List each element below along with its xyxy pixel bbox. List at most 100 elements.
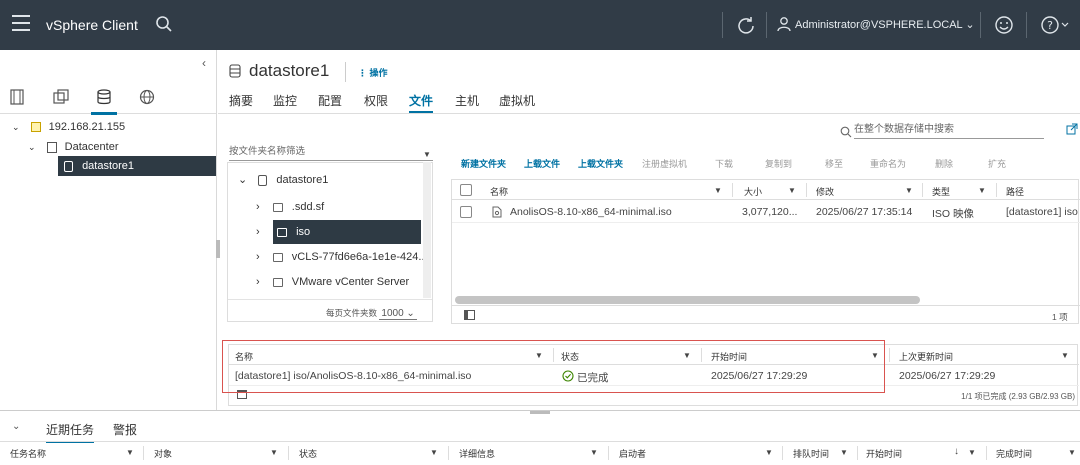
external-link-icon[interactable] (1066, 123, 1078, 135)
filter-icon[interactable]: ▼ (126, 448, 134, 457)
tree-item-datacenter[interactable]: ⌄ Datacenter (0, 137, 216, 157)
folder-icon (272, 277, 283, 287)
chevron-down-icon: ⌄ (965, 19, 975, 31)
hosts-clusters-icon[interactable] (8, 88, 28, 108)
networking-icon[interactable] (138, 88, 158, 108)
hamburger-menu-icon[interactable] (12, 15, 30, 33)
upload-files-button[interactable]: 上载文件 (524, 157, 560, 170)
filter-icon[interactable]: ▼ (840, 448, 848, 457)
pane-resize-handle[interactable] (216, 240, 220, 258)
tree-item-datastore1[interactable]: datastore1 (58, 156, 216, 176)
header-divider (766, 12, 767, 38)
row-checkbox[interactable] (460, 206, 472, 218)
column-header-completion-time[interactable]: 完成时间 (996, 447, 1032, 460)
folders-per-page-select[interactable]: 1000 ⌄ (379, 308, 417, 320)
column-header-name[interactable]: 名称 (490, 185, 508, 198)
tab-summary[interactable]: 摘要 (229, 92, 253, 109)
vms-templates-icon[interactable] (52, 88, 72, 108)
table-row[interactable]: AnolisOS-8.10-x86_64-minimal.iso 3,077,1… (452, 201, 1080, 223)
filter-icon[interactable]: ▼ (1068, 448, 1076, 457)
filter-icon[interactable]: ▼ (968, 448, 976, 457)
app-title[interactable]: vSphere Client (46, 17, 138, 33)
column-divider (922, 183, 923, 197)
folder-tree-item[interactable]: › .sdd.sf (256, 197, 426, 217)
datastore-icon (229, 64, 241, 78)
column-header-queued-time[interactable]: 排队时间 (793, 447, 829, 460)
feedback-smiley-icon[interactable] (994, 15, 1014, 35)
tab-permissions[interactable]: 权限 (364, 92, 388, 109)
folder-tree-root[interactable]: ⌄ datastore1 (238, 170, 428, 190)
chevron-down-icon[interactable]: ⌄ (12, 421, 20, 432)
column-header-start-time[interactable]: 开始时间 (866, 447, 902, 460)
folder-tree-scrollbar[interactable] (423, 162, 431, 298)
column-header-path[interactable]: 路径 (1006, 185, 1024, 198)
refresh-icon[interactable] (736, 15, 756, 35)
folder-filter-input[interactable]: 按文件夹名称筛选 (229, 145, 433, 161)
header-divider (1026, 12, 1027, 38)
tab-configure[interactable]: 配置 (318, 92, 342, 109)
column-header-initiator[interactable]: 启动者 (619, 447, 646, 460)
new-folder-button[interactable]: 新建文件夹 (461, 157, 506, 170)
filter-icon[interactable]: ▼ (978, 186, 986, 195)
filter-icon[interactable]: ▼ (270, 448, 278, 457)
column-header-object[interactable]: 对象 (154, 447, 172, 460)
download-button[interactable]: 下载 (715, 157, 733, 170)
column-header-size[interactable]: 大小 (744, 185, 762, 198)
chevron-right-icon[interactable]: › (256, 222, 272, 242)
filter-icon[interactable]: ▼ (905, 186, 913, 195)
panel-resize-handle[interactable] (530, 411, 550, 414)
collapse-sidebar-icon[interactable]: ‹ (202, 56, 206, 70)
filter-icon[interactable]: ▼ (714, 186, 722, 195)
column-header-modified[interactable]: 修改 (816, 185, 834, 198)
column-header-last-updated[interactable]: 上次更新时间 (899, 350, 953, 363)
tab-alarms[interactable]: 警报 (113, 421, 137, 438)
folder-tree-item-iso[interactable]: iso (273, 220, 421, 244)
file-grid-count: 1 项 (1052, 312, 1068, 322)
delete-button[interactable]: 删除 (935, 157, 953, 170)
column-header-details[interactable]: 详细信息 (459, 447, 495, 460)
chevron-right-icon[interactable]: › (256, 276, 260, 288)
search-icon[interactable] (155, 15, 173, 33)
rename-button[interactable]: 重命名为 (870, 157, 906, 170)
chevron-down-icon[interactable]: ⌄ (28, 142, 36, 152)
filter-icon[interactable]: ▼ (423, 150, 431, 159)
tab-recent-tasks[interactable]: 近期任务 (46, 421, 95, 443)
column-header-type[interactable]: 类型 (932, 185, 950, 198)
user-menu[interactable]: Administrator@VSPHERE.LOCAL ⌄ (795, 18, 975, 31)
sort-descending-icon[interactable]: ↓ (954, 446, 959, 457)
register-vm-button[interactable]: 注册虚拟机 (642, 157, 687, 170)
column-header-task-name[interactable]: 任务名称 (10, 447, 46, 460)
chevron-right-icon[interactable]: › (256, 251, 260, 263)
chevron-down-icon[interactable]: ⌄ (12, 122, 20, 132)
filter-icon[interactable]: ▼ (1061, 351, 1069, 360)
column-toggle-icon[interactable] (464, 310, 475, 320)
column-divider (986, 446, 987, 460)
tab-vms[interactable]: 虚拟机 (499, 92, 535, 109)
filter-icon[interactable]: ▼ (788, 186, 796, 195)
filter-icon[interactable]: ▼ (765, 448, 773, 457)
inflate-button[interactable]: 扩充 (988, 157, 1006, 170)
select-all-checkbox[interactable] (460, 184, 472, 196)
copy-to-button[interactable]: 复制到 (765, 157, 792, 170)
move-to-button[interactable]: 移至 (825, 157, 843, 170)
tab-files[interactable]: 文件 (409, 92, 434, 113)
datacenter-icon (46, 141, 57, 153)
upload-folder-button[interactable]: 上载文件夹 (578, 157, 623, 170)
actions-menu[interactable]: ⋮ 操作 (358, 66, 388, 79)
chevron-right-icon[interactable]: › (256, 201, 260, 213)
chevron-down-icon[interactable]: ⌄ (238, 174, 247, 186)
tree-item-host[interactable]: ⌄ 192.168.21.155 (0, 117, 216, 137)
filter-icon[interactable]: ▼ (430, 448, 438, 457)
filter-icon[interactable]: ▼ (590, 448, 598, 457)
folder-tree-item[interactable]: › VMware vCenter Server (256, 272, 426, 292)
folder-tree-panel: ⌄ datastore1 › .sdd.sf › iso › vCLS-77fd… (227, 162, 433, 322)
storage-icon[interactable] (91, 88, 117, 115)
column-header-status[interactable]: 状态 (299, 447, 317, 460)
folder-tree-item[interactable]: › vCLS-77fd6e6a-1e1e-424... (256, 247, 426, 267)
datastore-search-input[interactable]: 在整个数据存储中搜索 (854, 122, 1044, 139)
tab-monitor[interactable]: 监控 (273, 92, 297, 109)
help-icon[interactable]: ? (1040, 15, 1070, 35)
tab-hosts[interactable]: 主机 (455, 92, 479, 109)
horizontal-scrollbar[interactable] (455, 296, 920, 304)
header-divider (980, 12, 981, 38)
